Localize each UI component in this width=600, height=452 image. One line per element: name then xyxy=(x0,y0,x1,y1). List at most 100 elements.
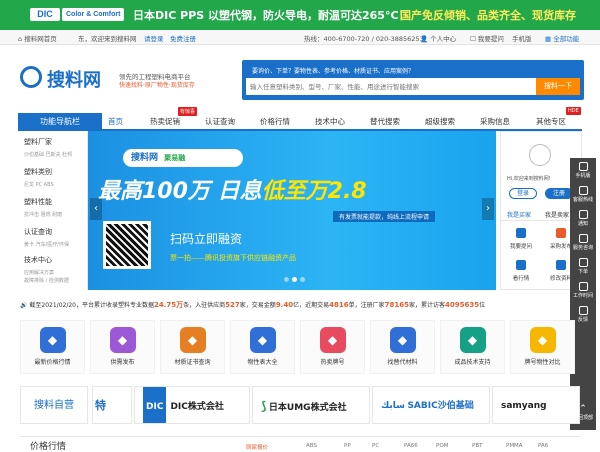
brand-umg[interactable]: ⟆ 日本UMG株式会社 xyxy=(252,386,370,424)
login-button[interactable]: 登录 xyxy=(509,188,537,199)
register-link[interactable]: 免费注册 xyxy=(170,33,196,43)
qr-code-icon xyxy=(103,221,151,269)
price-tab[interactable]: PC xyxy=(372,443,379,449)
top-utility-bar: ⌂ 搜料网首页 东，欢迎来到搜料网 请登录 免费注册 热线：400-6700-7… xyxy=(0,30,600,45)
sidebar-group-cert[interactable]: 认证查询 xyxy=(24,227,52,237)
tool-icon: ◆ xyxy=(459,327,486,353)
feature-grid: ◆ 最新价格行情 ◆ 供需发布 ◆ 材质证书查询 ◆ 物性表大全 ◆ 热卖牌号 ◆ 找替代材料 ◆ 成品技… xyxy=(20,320,580,374)
price-title: 价格行情 xyxy=(30,442,67,452)
color-comfort-badge: Color & Comfort xyxy=(62,8,125,21)
function-nav-button[interactable]: 功能导航栏 xyxy=(18,113,102,131)
sidebar-group-performance[interactable]: 塑料性能 xyxy=(24,197,52,207)
float-order[interactable]: 下单 xyxy=(570,254,596,275)
banner-headline-yellow: 国产免反倾销、品类齐全、现货库存 xyxy=(400,9,576,22)
nav-other[interactable]: 其他专区 xyxy=(536,116,566,127)
stats-ticker: 🔊 截至2021/02/20，平台累计收录塑料专业数据24.75万条，入驻供应商… xyxy=(20,301,486,309)
brands-row: 搜料自营 特 DIC DIC株式会社 ⟆ 日本UMG株式会社 ﺳﺎﺑﻚ SABIC… xyxy=(20,386,580,424)
tab-buyer[interactable]: 我是买家 xyxy=(507,210,531,219)
question-icon xyxy=(516,228,526,238)
carousel-tag: 有发票就能提款，纯线上流程申请 xyxy=(333,211,436,222)
float-worktime[interactable]: 工作时间 xyxy=(570,278,596,299)
clock-icon xyxy=(578,282,588,291)
personal-center-link[interactable]: 👤 个人中心 xyxy=(420,33,456,43)
umg-logo-icon: ⟆ xyxy=(261,399,267,413)
carousel-dot[interactable] xyxy=(300,277,305,282)
nav-hot-sale[interactable]: 热卖促销 xyxy=(150,116,180,127)
carousel-scan-text: 扫码立即融资 xyxy=(170,232,243,246)
brand-item[interactable]: 特 xyxy=(92,386,132,424)
carousel-dots[interactable] xyxy=(284,276,308,284)
hotline-text: 热线：400-6700-720 / 020-38856253 xyxy=(304,35,424,43)
sidebar-group-tech[interactable]: 技术中心 xyxy=(24,255,52,265)
nav-substitute[interactable]: 替代搜索 xyxy=(370,116,400,127)
float-mobile[interactable]: 手机版 xyxy=(570,158,596,179)
price-tab[interactable]: PMMA xyxy=(506,443,523,449)
float-hotline[interactable]: 客服热线 xyxy=(570,182,596,203)
search-button[interactable]: 搜料一下 xyxy=(536,78,580,95)
bell-icon xyxy=(578,210,588,219)
tab-seller[interactable]: 我是卖家 xyxy=(545,210,569,219)
welcome-text: 东，欢迎来到搜料网 xyxy=(78,35,137,43)
nav-purchase[interactable]: 采购信息 xyxy=(480,116,510,127)
feature-tool[interactable]: ◆ 成品技术支持 xyxy=(440,320,505,374)
all-features-link[interactable]: ▦ 全部功能 xyxy=(545,33,579,43)
swap-icon: ◆ xyxy=(389,327,416,353)
chart-icon: ◆ xyxy=(39,327,66,353)
sidebar: 塑料厂家 沙伯基础 巴斯夫 杜邦 塑料类别 尼龙 PC ABS 塑料性能 抗冲击… xyxy=(20,133,88,290)
sidebar-group-vendors[interactable]: 塑料厂家 xyxy=(24,137,52,147)
nav-price[interactable]: 价格行情 xyxy=(260,116,290,127)
carousel-next-icon[interactable]: › xyxy=(482,198,494,220)
price-tab[interactable]: PP xyxy=(344,443,351,449)
main-nav: 功能导航栏 首页 热卖促销 有惊喜 认证查询 价格行情 技术中心 替代搜索 超级… xyxy=(18,107,582,131)
nav-home[interactable]: 首页 xyxy=(108,116,123,131)
mobile-link[interactable]: 手机版 xyxy=(512,33,532,43)
send-icon: ◆ xyxy=(109,327,136,353)
brand-sabic[interactable]: ﺳﺎﺑﻚ SABIC沙伯基础 xyxy=(372,386,490,424)
user-cell-ask[interactable]: 我要提问 xyxy=(501,228,541,258)
sidebar-sub-tech[interactable]: 应用解决方案 故障排除 / 检测数据 xyxy=(24,269,69,285)
doc-icon: ◆ xyxy=(179,327,206,353)
nav-cert-query[interactable]: 认证查询 xyxy=(205,116,235,127)
logo-icon[interactable] xyxy=(20,66,42,88)
feature-send[interactable]: ◆ 供需发布 xyxy=(90,320,155,374)
avatar-icon xyxy=(529,144,551,166)
feature-compare[interactable]: ◆ 牌号物性对比 xyxy=(510,320,575,374)
home-link[interactable]: ⌂ 搜料网首页 xyxy=(18,33,57,43)
hero-carousel[interactable]: 搜料网 聚易融 最高100万 日息低至万2.8 有发票就能提款，纯线上流程申请 … xyxy=(88,131,496,290)
nav-super-search[interactable]: 超级搜索 xyxy=(425,116,455,127)
carousel-dot[interactable] xyxy=(292,277,297,282)
feature-doc[interactable]: ◆ 材质证书查询 xyxy=(160,320,225,374)
feature-book[interactable]: ◆ 物性表大全 xyxy=(230,320,295,374)
price-tab[interactable]: PA6 xyxy=(538,443,548,449)
login-link[interactable]: 请登录 xyxy=(144,33,164,43)
brand-dic[interactable]: DIC DIC株式会社 xyxy=(134,386,250,424)
price-tab[interactable]: PBT xyxy=(472,443,482,449)
purchase-icon xyxy=(556,228,566,238)
ask-question-link[interactable]: ☐ 我要提问 xyxy=(470,33,504,43)
sidebar-group-categories[interactable]: 塑料类别 xyxy=(24,167,52,177)
float-notify[interactable]: 通知 xyxy=(570,206,596,227)
carousel-dot[interactable] xyxy=(284,277,289,282)
site-logo-text[interactable]: 搜料网 xyxy=(47,66,101,92)
price-tab[interactable]: PA66 xyxy=(404,443,418,449)
sidebar-sub-categories[interactable]: 尼龙 PC ABS xyxy=(24,181,54,188)
self-operated-label[interactable]: 搜料自营 xyxy=(20,386,88,424)
user-cell-market[interactable]: 看行情 xyxy=(501,260,541,290)
sidebar-sub-performance[interactable]: 抗冲击 阻燃 耐磨 xyxy=(24,211,62,218)
price-tab[interactable]: POM xyxy=(436,443,448,449)
sidebar-sub-vendors[interactable]: 沙伯基础 巴斯夫 杜邦 xyxy=(24,151,72,158)
feature-fire[interactable]: ◆ 热卖牌号 xyxy=(300,320,365,374)
price-tab[interactable]: ABS xyxy=(306,443,317,449)
sidebar-sub-cert[interactable]: 黄卡 汽车/医疗/环保 xyxy=(24,241,69,248)
carousel-prev-icon[interactable]: ‹ xyxy=(90,198,102,220)
feature-swap[interactable]: ◆ 找替代材料 xyxy=(370,320,435,374)
nav-tech[interactable]: 技术中心 xyxy=(315,116,345,127)
float-service[interactable]: 服务咨询 xyxy=(570,230,596,251)
feature-chart[interactable]: ◆ 最新价格行情 xyxy=(20,320,85,374)
top-ad-banner[interactable]: DIC Color & Comfort 日本DIC PPS 以塑代钢，防火导电，… xyxy=(0,0,600,30)
hot-search-text[interactable]: 要询价、下单？要物性表、参考价格、材质证书、应用案例？ xyxy=(252,66,414,75)
brand-samyang[interactable]: samyang xyxy=(492,386,580,424)
book-icon: ◆ xyxy=(249,327,276,353)
register-button[interactable]: 注册 xyxy=(545,188,573,199)
search-input[interactable] xyxy=(246,78,536,95)
